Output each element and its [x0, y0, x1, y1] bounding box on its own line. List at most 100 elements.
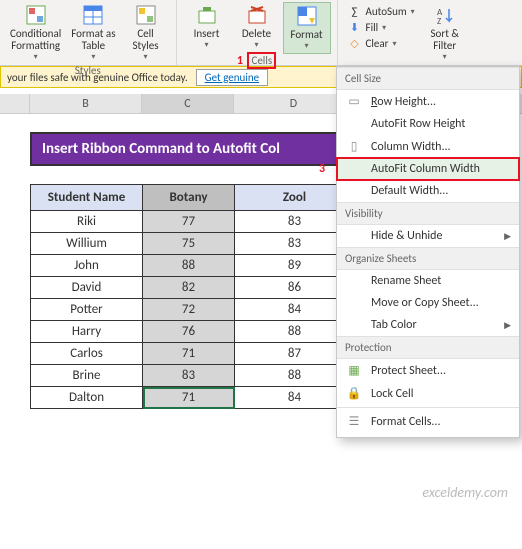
- cells-group-highlight: Cells: [247, 52, 276, 69]
- menu-lock-cell[interactable]: 🔒 Lock Cell: [337, 382, 519, 405]
- menu-label: Protect Sheet...: [371, 364, 446, 378]
- group-label-cells: 1 Cells: [183, 54, 331, 68]
- eraser-icon: ◇: [348, 37, 362, 50]
- menu-default-width[interactable]: Default Width...: [337, 180, 519, 202]
- menu-label: Rename Sheet: [371, 274, 441, 288]
- format-dropdown-menu: Cell Size ▭ Row Row Height...Height... Au…: [336, 66, 520, 438]
- table-row: Carlos7187: [31, 343, 355, 365]
- delete-button[interactable]: Delete ▾: [233, 2, 281, 52]
- menu-row-height[interactable]: ▭ Row Row Height...Height...: [337, 90, 519, 113]
- table-row: David8286: [31, 277, 355, 299]
- table-row: Dalton7184: [31, 387, 355, 409]
- menu-autofit-row-height[interactable]: AutoFit Row Height: [337, 113, 519, 135]
- menu-label: Lock Cell: [371, 387, 414, 401]
- autosum-button[interactable]: ∑ AutoSum ▾: [344, 4, 419, 19]
- ribbon-group-styles: ConditionalFormatting ▾ Format asTable ▾…: [0, 0, 177, 65]
- protect-sheet-icon: ▦: [345, 363, 363, 378]
- dropdown-arrow-icon: ▾: [305, 41, 309, 51]
- menu-rename-sheet[interactable]: Rename Sheet: [337, 270, 519, 292]
- cell-styles-button[interactable]: CellStyles ▾: [122, 2, 170, 64]
- table-row: Potter7284: [31, 299, 355, 321]
- get-genuine-button[interactable]: Get genuine: [196, 69, 268, 86]
- column-header-c[interactable]: C: [142, 94, 234, 113]
- menu-section-organize: Organize Sheets: [337, 247, 519, 270]
- conditional-formatting-icon: [26, 4, 46, 26]
- table-row: Willium7583: [31, 233, 355, 255]
- format-icon: [297, 5, 317, 27]
- data-table: Student Name Botany Zool Riki7783 Williu…: [30, 184, 355, 409]
- clear-button[interactable]: ◇ Clear▾: [344, 36, 419, 51]
- cell-styles-icon: [136, 4, 156, 26]
- group-label-styles: Styles: [6, 64, 170, 78]
- callout-number-1: 1: [237, 54, 243, 68]
- menu-autofit-column-width[interactable]: 3 AutoFit Column Width: [337, 158, 519, 180]
- menu-label: AutoFit Row Height: [371, 117, 465, 131]
- dropdown-arrow-icon: ▾: [411, 7, 415, 17]
- fill-button[interactable]: ⬇ Fill▾: [344, 20, 419, 35]
- format-button[interactable]: Format ▾: [283, 2, 331, 54]
- button-label: ConditionalFormatting: [10, 28, 61, 52]
- ribbon-group-cells: Insert ▾ Delete ▾ Format ▾ 1 Cells: [177, 0, 338, 65]
- button-label: Sort &Filter: [431, 28, 459, 52]
- insert-cells-icon: [197, 4, 217, 26]
- table-row: Brine8388: [31, 365, 355, 387]
- column-header-b[interactable]: B: [30, 94, 142, 113]
- col-student[interactable]: Student Name: [31, 185, 143, 211]
- col-botany[interactable]: Botany: [143, 185, 235, 211]
- menu-protect-sheet[interactable]: ▦ Protect Sheet...: [337, 359, 519, 382]
- menu-label: Move or Copy Sheet...: [371, 296, 479, 310]
- button-label: Delete: [242, 28, 271, 40]
- menu-tab-color[interactable]: Tab Color▶: [337, 314, 519, 336]
- dropdown-arrow-icon: ▾: [443, 52, 447, 62]
- submenu-arrow-icon: ▶: [504, 231, 511, 242]
- menu-label: Row Row Height...Height...: [371, 95, 436, 109]
- callout-number-3: 3: [319, 162, 325, 176]
- menu-hide-unhide[interactable]: Hide & Unhide ▶: [337, 225, 519, 247]
- button-label: Format asTable: [71, 28, 115, 52]
- menu-move-copy-sheet[interactable]: Move or Copy Sheet...: [337, 292, 519, 314]
- table-header-row: Student Name Botany Zool: [31, 185, 355, 211]
- menu-column-width[interactable]: ▯ Column Width...: [337, 135, 519, 158]
- watermark-text: exceldemy.com: [422, 484, 508, 501]
- dropdown-arrow-icon: ▾: [34, 52, 38, 62]
- menu-label: Format Cells...: [371, 415, 440, 429]
- menu-section-cell-size: Cell Size: [337, 67, 519, 90]
- format-as-table-button[interactable]: Format asTable ▾: [67, 2, 119, 64]
- dropdown-arrow-icon: ▾: [91, 52, 95, 62]
- menu-section-protection: Protection: [337, 336, 519, 359]
- menu-section-visibility: Visibility: [337, 202, 519, 225]
- menu-label: Tab Color: [371, 318, 417, 332]
- table-row: Harry7688: [31, 321, 355, 343]
- button-label: Clear: [366, 37, 389, 50]
- row-height-icon: ▭: [345, 94, 363, 109]
- button-label: AutoSum: [366, 5, 407, 18]
- table-icon: [83, 4, 103, 26]
- table-row: Riki7783: [31, 211, 355, 233]
- button-label: CellStyles: [133, 28, 159, 52]
- button-label: Fill: [366, 21, 379, 34]
- format-cells-icon: ☰: [345, 414, 363, 429]
- sheet-title-banner: Insert Ribbon Command to Autofit Col: [30, 132, 354, 166]
- insert-button[interactable]: Insert ▾: [183, 2, 231, 52]
- menu-label: AutoFit Column Width: [371, 162, 480, 176]
- dropdown-arrow-icon: ▾: [255, 40, 259, 50]
- column-width-icon: ▯: [345, 139, 363, 154]
- sort-filter-icon: AZ: [435, 4, 455, 26]
- ribbon-group-editing: ∑AutoSum▾ ⬇Fill▾ ◇Clear▾ AZ Sort &Filter…: [338, 0, 475, 65]
- row-gutter[interactable]: [0, 94, 30, 113]
- menu-label: Hide & Unhide: [371, 229, 442, 243]
- dropdown-arrow-icon: ▾: [205, 40, 209, 50]
- dropdown-arrow-icon: ▾: [392, 39, 396, 49]
- menu-format-cells[interactable]: ☰ Format Cells...: [337, 407, 519, 433]
- fill-down-icon: ⬇: [348, 21, 362, 34]
- conditional-formatting-button[interactable]: ConditionalFormatting ▾: [6, 2, 65, 64]
- button-label: Format: [290, 29, 322, 41]
- menu-label: Column Width...: [371, 140, 451, 154]
- dropdown-arrow-icon: ▾: [144, 52, 148, 62]
- dropdown-arrow-icon: ▾: [382, 23, 386, 33]
- sigma-icon: ∑: [348, 5, 362, 18]
- ribbon-bar: ConditionalFormatting ▾ Format asTable ▾…: [0, 0, 522, 66]
- svg-text:Z: Z: [437, 16, 441, 25]
- sort-filter-button[interactable]: AZ Sort &Filter ▾: [421, 2, 469, 64]
- lock-icon: 🔒: [345, 386, 363, 401]
